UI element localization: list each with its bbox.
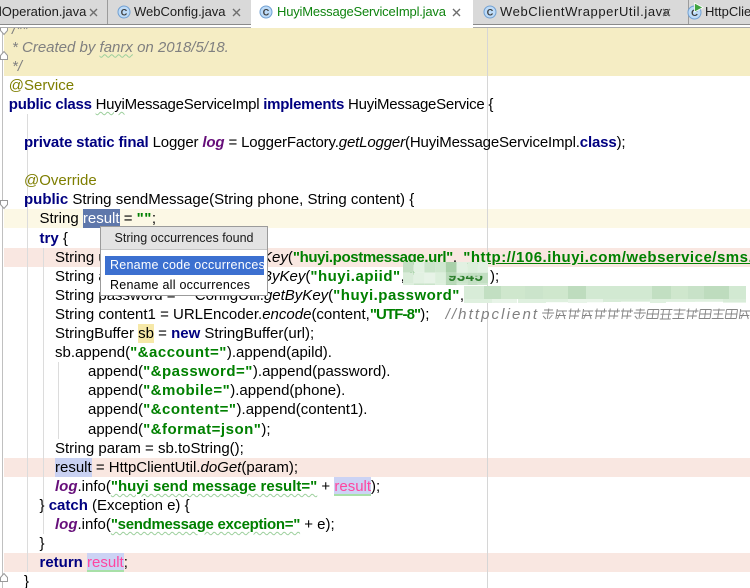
svg-text:C: C <box>121 8 128 18</box>
svg-text:C: C <box>263 8 270 18</box>
svg-text:C: C <box>487 8 494 18</box>
